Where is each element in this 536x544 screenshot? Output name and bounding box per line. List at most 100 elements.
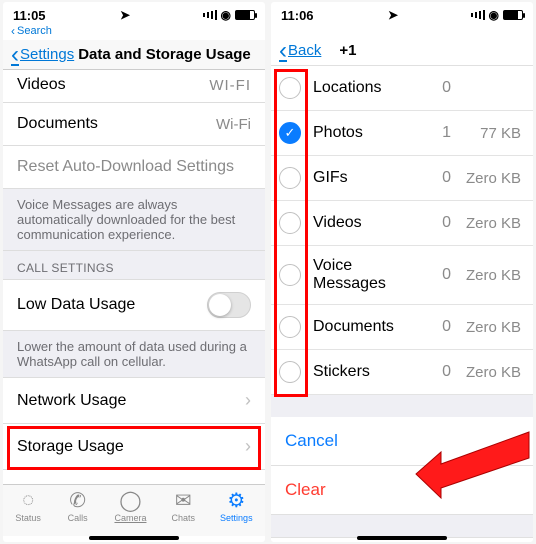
chevron-right-icon: › xyxy=(245,436,251,457)
media-label: Photos xyxy=(313,124,421,142)
media-row-videos[interactable]: Videos0Zero KB xyxy=(271,201,533,246)
left-screen: 11:05 ➤ ◉ ‹ Search Settings Data and Sto… xyxy=(3,2,265,542)
row-value: Wi-Fi xyxy=(209,77,251,94)
media-label: Locations xyxy=(313,79,421,97)
chevron-left-icon: ‹ xyxy=(11,24,15,38)
row-storage-usage[interactable]: Storage Usage › xyxy=(3,424,265,470)
media-row-documents[interactable]: Documents0Zero KB xyxy=(271,305,533,350)
media-label: Documents xyxy=(313,318,421,336)
section-gap xyxy=(271,515,533,537)
checkbox-icon[interactable] xyxy=(279,167,301,189)
media-row-voice-messages[interactable]: Voice Messages0Zero KB xyxy=(271,246,533,305)
reset-label: Reset Auto-Download Settings xyxy=(17,158,234,176)
media-size: Zero KB xyxy=(451,364,521,381)
row-label: Low Data Usage xyxy=(17,296,135,314)
row-label: Videos xyxy=(17,76,66,94)
wifi-icon: ◉ xyxy=(489,8,499,22)
row-reset[interactable]: Reset Auto-Download Settings xyxy=(3,146,265,189)
media-size: Zero KB xyxy=(451,215,521,232)
voice-note: Voice Messages are always automatically … xyxy=(3,189,265,251)
tab-label: Chats xyxy=(172,513,196,523)
right-screen: 11:06 ➤ ◉ Back +1 Locations0✓Photos177 K… xyxy=(271,2,533,542)
media-count: 0 xyxy=(421,169,451,187)
clear-button[interactable]: Clear xyxy=(271,466,533,515)
checkbox-icon[interactable] xyxy=(279,77,301,99)
row-label: Storage Usage xyxy=(17,438,124,456)
tab-chats[interactable]: ✉ Chats xyxy=(171,489,195,536)
checkbox-icon[interactable] xyxy=(279,212,301,234)
checkbox-icon[interactable] xyxy=(279,264,301,286)
media-size: Zero KB xyxy=(451,319,521,336)
row-label: Documents xyxy=(17,115,98,133)
media-label: Videos xyxy=(313,214,421,232)
tab-bar: ◌ Status ✆ Calls ◯ Camera ✉ Chats ⚙ Sett… xyxy=(3,484,265,536)
row-videos[interactable]: Videos Wi-Fi xyxy=(3,70,265,103)
media-label: Stickers xyxy=(313,363,421,381)
tab-calls[interactable]: ✆ Calls xyxy=(66,489,90,536)
clock: 11:05 xyxy=(13,8,46,23)
tab-label: Camera xyxy=(114,513,146,523)
tab-status[interactable]: ◌ Status xyxy=(15,489,41,536)
gear-icon: ⚙ xyxy=(224,489,248,511)
clock: 11:06 xyxy=(281,8,314,23)
section-gap xyxy=(271,395,533,417)
page-title: Data and Storage Usage xyxy=(78,46,251,63)
cancel-button[interactable]: Cancel xyxy=(271,417,533,466)
camera-icon: ◯ xyxy=(118,489,142,511)
tab-camera[interactable]: ◯ Camera xyxy=(114,489,146,536)
row-low-data[interactable]: Low Data Usage xyxy=(3,280,265,331)
media-size: 77 KB xyxy=(451,125,521,142)
media-count: 1 xyxy=(421,124,451,142)
phone-icon: ✆ xyxy=(66,489,90,511)
tab-label: Status xyxy=(15,513,41,523)
toggle-switch[interactable] xyxy=(207,292,251,318)
media-size: Zero KB xyxy=(451,267,521,284)
battery-icon xyxy=(503,10,523,20)
section-call-settings: CALL SETTINGS xyxy=(3,251,265,280)
media-type-list: Locations0✓Photos177 KBGIFs0Zero KBVideo… xyxy=(271,66,533,395)
tab-label: Calls xyxy=(68,513,88,523)
media-row-stickers[interactable]: Stickers0Zero KB xyxy=(271,350,533,395)
chevron-right-icon: › xyxy=(245,390,251,411)
home-indicator xyxy=(89,536,179,540)
signal-icon xyxy=(203,10,217,20)
page-title: +1 xyxy=(339,42,356,59)
checkbox-icon[interactable] xyxy=(279,361,301,383)
wifi-icon: ◉ xyxy=(221,8,231,22)
home-indicator xyxy=(357,536,447,540)
status-icon: ◌ xyxy=(16,489,40,511)
row-label: Network Usage xyxy=(17,392,126,410)
media-count: 0 xyxy=(421,79,451,97)
media-count: 0 xyxy=(421,266,451,284)
media-count: 0 xyxy=(421,214,451,232)
row-network-usage[interactable]: Network Usage › xyxy=(3,378,265,424)
nav-header: Back +1 xyxy=(271,36,533,66)
media-size: Zero KB xyxy=(451,170,521,187)
signal-icon xyxy=(471,10,485,20)
battery-icon xyxy=(235,10,255,20)
nav-back-button[interactable]: Back xyxy=(279,42,321,59)
row-documents[interactable]: Documents Wi-Fi xyxy=(3,103,265,146)
location-icon: ➤ xyxy=(388,8,398,22)
tab-settings[interactable]: ⚙ Settings xyxy=(220,489,253,536)
location-icon: ➤ xyxy=(120,8,130,22)
breadcrumb-label: Search xyxy=(17,25,52,37)
media-row-gifs[interactable]: GIFs0Zero KB xyxy=(271,156,533,201)
status-bar: 11:06 ➤ ◉ xyxy=(271,2,533,24)
checkbox-icon[interactable] xyxy=(279,316,301,338)
media-label: GIFs xyxy=(313,169,421,187)
breadcrumb-search[interactable]: ‹ Search xyxy=(3,24,265,40)
media-label: Voice Messages xyxy=(313,257,421,293)
status-bar: 11:05 ➤ ◉ xyxy=(3,2,265,24)
nav-header: Settings Data and Storage Usage xyxy=(3,40,265,70)
low-data-note: Lower the amount of data used during a W… xyxy=(3,331,265,378)
media-row-locations[interactable]: Locations0 xyxy=(271,66,533,111)
tab-label: Settings xyxy=(220,513,253,523)
nav-back-button[interactable]: Settings xyxy=(11,46,74,63)
media-count: 0 xyxy=(421,318,451,336)
media-count: 0 xyxy=(421,363,451,381)
row-value: Wi-Fi xyxy=(216,116,251,133)
media-row-photos[interactable]: ✓ Photos177 KB xyxy=(271,111,533,156)
checkbox-checked-icon[interactable]: ✓ xyxy=(279,122,301,144)
chat-icon: ✉ xyxy=(171,489,195,511)
